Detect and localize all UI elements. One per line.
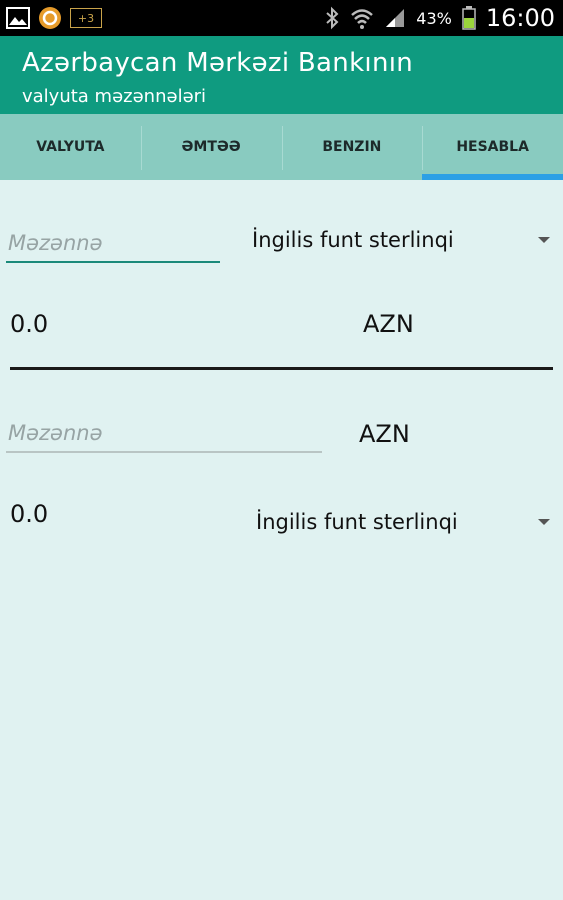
tab-label: BENZIN (322, 139, 382, 155)
chevron-down-icon (538, 237, 550, 243)
tab-hesabla[interactable]: HESABLA (422, 114, 563, 180)
rate-input-bottom[interactable] (8, 418, 320, 448)
result-currency-top: AZN (363, 310, 414, 338)
currency-select-label: İngilis funt sterlinqi (256, 510, 458, 534)
chevron-down-icon (538, 519, 550, 525)
result-value-top: 0.0 (10, 310, 49, 338)
clock: 16:00 (485, 4, 555, 32)
tab-benzin[interactable]: BENZIN (281, 114, 423, 180)
currency-select-top[interactable]: İngilis funt sterlinqi (252, 224, 558, 256)
rate-input-top[interactable] (8, 228, 216, 258)
bluetooth-icon (326, 6, 339, 30)
input-currency-bottom: AZN (359, 420, 410, 448)
notification-icons: +3 (6, 6, 102, 30)
app-subtitle: valyuta məzənnələri (22, 86, 207, 107)
tab-valyuta[interactable]: VALYUTA (0, 114, 141, 180)
gallery-icon (6, 7, 30, 29)
rate-input-underline-bottom (6, 451, 322, 453)
battery-icon (462, 6, 476, 30)
currency-select-label: İngilis funt sterlinqi (252, 228, 454, 252)
system-icons: 43% 16:00 (324, 0, 555, 36)
signal-icon (386, 9, 405, 27)
app-notification-icon (39, 7, 61, 29)
battery-percent: 43% (416, 8, 452, 28)
status-bar: +3 43% 16:00 (0, 0, 563, 36)
tab-label: HESABLA (456, 139, 529, 155)
wifi-icon (351, 9, 374, 29)
rate-input-underline-top (6, 261, 220, 263)
tab-emtee[interactable]: ƏMTƏƏ (140, 114, 282, 180)
currency-select-bottom[interactable]: İngilis funt sterlinqi (256, 506, 558, 538)
tab-bar: VALYUTA ƏMTƏƏ BENZIN HESABLA (0, 114, 563, 180)
section-divider (10, 367, 553, 370)
tab-label: VALYUTA (36, 139, 105, 155)
tab-label: ƏMTƏƏ (181, 139, 241, 155)
badge-icon: +3 (70, 8, 102, 28)
app-title: Azərbaycan Mərkəzi Bankının (22, 48, 414, 78)
action-bar: Azərbaycan Mərkəzi Bankının valyuta məzə… (0, 36, 563, 114)
result-value-bottom: 0.0 (10, 500, 49, 528)
